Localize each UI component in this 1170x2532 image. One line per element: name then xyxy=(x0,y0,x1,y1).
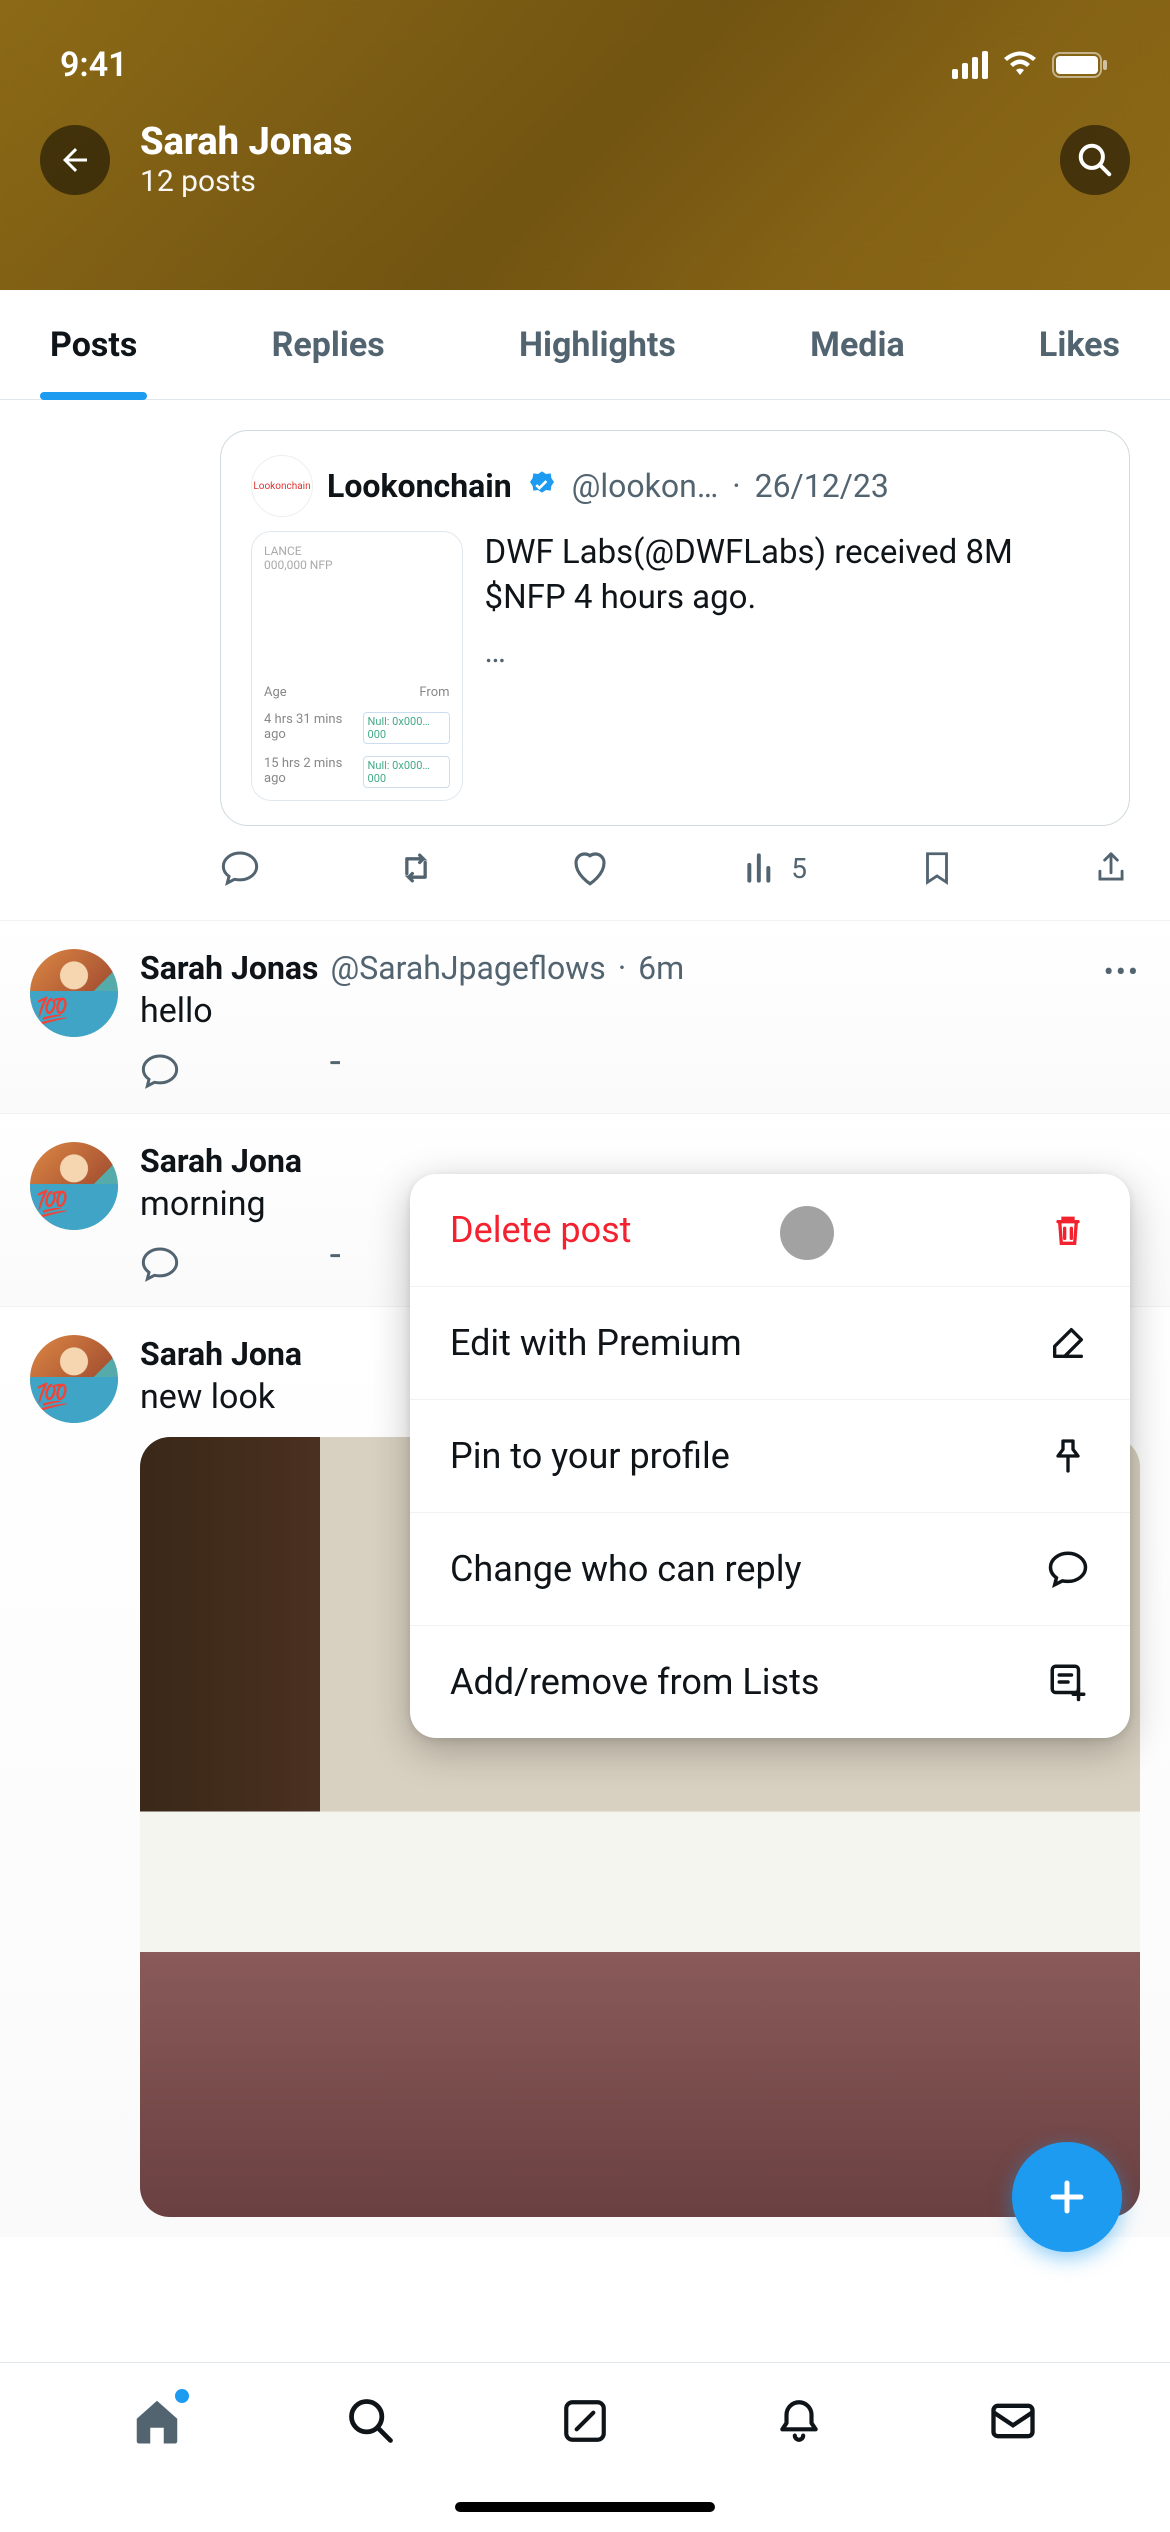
profile-header: Sarah Jonas 12 posts xyxy=(0,100,1170,229)
like-button[interactable] xyxy=(569,847,743,889)
post-actions-row: 5 xyxy=(220,826,1130,900)
repost-button[interactable] xyxy=(320,1242,340,1286)
repost-button[interactable] xyxy=(320,1049,340,1093)
nav-compose[interactable] xyxy=(557,2393,613,2449)
avatar[interactable] xyxy=(30,1142,118,1230)
nav-messages[interactable] xyxy=(985,2393,1041,2449)
tab-highlights[interactable]: Highlights xyxy=(519,290,676,400)
thumb-r2-from: Null: 0x000…000 xyxy=(363,756,450,788)
reply-button[interactable] xyxy=(140,1049,180,1093)
menu-edit-label: Edit with Premium xyxy=(450,1322,742,1364)
quote-text: DWF Labs(@DWFLabs) received 8M $NFP 4 ho… xyxy=(485,531,1099,620)
compose-fab[interactable] xyxy=(1012,2142,1122,2252)
menu-delete-label: Delete post xyxy=(450,1209,631,1251)
quote-account-name: Lookonchain xyxy=(327,467,512,505)
profile-header-area: 9:41 Sarah Jonas 12 posts xyxy=(0,0,1170,290)
pencil-icon xyxy=(1046,1321,1090,1365)
menu-pin-profile[interactable]: Pin to your profile xyxy=(410,1400,1130,1513)
menu-change-reply[interactable]: Change who can reply xyxy=(410,1513,1130,1626)
menu-lists-label: Add/remove from Lists xyxy=(450,1661,819,1703)
quote-handle: @lookon… xyxy=(572,467,719,505)
profile-name: Sarah Jonas xyxy=(140,120,1030,164)
post-item[interactable]: Sarah Jonas @SarahJpageflows · 6m hello … xyxy=(0,921,1170,1114)
thumb-label-2: 000,000 NFP xyxy=(264,558,450,572)
tab-likes[interactable]: Likes xyxy=(1039,290,1120,400)
views-button[interactable]: 5 xyxy=(743,849,917,887)
thumb-r1-age: 4 hrs 31 mins ago xyxy=(264,712,363,744)
cellular-icon xyxy=(952,51,988,79)
menu-delete-post[interactable]: Delete post xyxy=(410,1174,1130,1287)
nav-home[interactable] xyxy=(129,2393,185,2449)
status-bar: 9:41 xyxy=(0,0,1170,100)
list-add-icon xyxy=(1046,1660,1090,1704)
post-more-button[interactable]: ••• xyxy=(1104,955,1140,990)
post-author-handle: @SarahJpageflows xyxy=(330,949,605,987)
thumb-r1-from: Null: 0x000…000 xyxy=(363,712,450,744)
reply-button[interactable] xyxy=(220,848,394,888)
menu-pin-label: Pin to your profile xyxy=(450,1435,730,1477)
views-count: 5 xyxy=(791,852,807,885)
nav-search[interactable] xyxy=(343,2393,399,2449)
tab-posts[interactable]: Posts xyxy=(50,290,137,400)
status-time: 9:41 xyxy=(60,45,128,85)
trash-icon xyxy=(1046,1208,1090,1252)
thumb-label-1: LANCE xyxy=(264,544,450,558)
pin-icon xyxy=(1046,1434,1090,1478)
nav-notifications[interactable] xyxy=(771,2393,827,2449)
quote-ellipsis: … xyxy=(485,632,1099,670)
back-button[interactable] xyxy=(40,125,110,195)
separator-dot: · xyxy=(618,949,626,987)
battery-icon xyxy=(1052,51,1110,79)
menu-lists[interactable]: Add/remove from Lists xyxy=(410,1626,1130,1738)
repost-button[interactable] xyxy=(394,846,568,890)
tab-replies[interactable]: Replies xyxy=(272,290,385,400)
quote-date: 26/12/23 xyxy=(755,467,889,505)
post-author-name: Sarah Jonas xyxy=(140,949,318,987)
avatar[interactable] xyxy=(30,1335,118,1423)
reply-button[interactable] xyxy=(140,1242,180,1286)
search-button[interactable] xyxy=(1060,125,1130,195)
quote-thumbnail: LANCE 000,000 NFP Age From 4 hrs 31 mins … xyxy=(251,531,463,801)
bookmark-button[interactable] xyxy=(918,849,1092,887)
tab-media[interactable]: Media xyxy=(810,290,904,400)
thumb-r2-age: 15 hrs 2 mins ago xyxy=(264,756,363,788)
post-with-quote[interactable]: Lookonchain Lookonchain @lookon… · 26/12… xyxy=(0,400,1170,921)
speech-bubble-icon xyxy=(1046,1547,1090,1591)
home-indicator xyxy=(455,2502,715,2512)
share-button[interactable] xyxy=(1092,849,1130,887)
quote-card[interactable]: Lookonchain Lookonchain @lookon… · 26/12… xyxy=(220,430,1130,826)
avatar[interactable] xyxy=(30,949,118,1037)
menu-reply-label: Change who can reply xyxy=(450,1548,802,1590)
notification-dot xyxy=(175,2389,189,2403)
quote-body: LANCE 000,000 NFP Age From 4 hrs 31 mins … xyxy=(251,531,1099,801)
profile-tabs: Posts Replies Highlights Media Likes xyxy=(0,290,1170,400)
wifi-icon xyxy=(1002,51,1038,79)
post-author-name: Sarah Jona xyxy=(140,1335,302,1373)
thumb-col-age: Age xyxy=(264,685,287,700)
header-titles: Sarah Jonas 12 posts xyxy=(140,120,1030,199)
post-context-menu: Delete post Edit with Premium Pin to you… xyxy=(410,1174,1130,1738)
post-time: 6m xyxy=(638,949,684,987)
post-author-name: Sarah Jona xyxy=(140,1142,302,1180)
post-text: hello xyxy=(140,991,1140,1031)
separator-dot: · xyxy=(732,467,740,505)
quote-header: Lookonchain Lookonchain @lookon… · 26/12… xyxy=(251,455,1099,517)
verified-badge-icon xyxy=(526,470,558,502)
quote-avatar: Lookonchain xyxy=(251,455,313,517)
touch-indicator xyxy=(780,1206,834,1260)
menu-edit-premium[interactable]: Edit with Premium xyxy=(410,1287,1130,1400)
status-icons xyxy=(952,51,1110,79)
thumb-col-from: From xyxy=(419,685,449,700)
post-count: 12 posts xyxy=(140,164,1030,199)
